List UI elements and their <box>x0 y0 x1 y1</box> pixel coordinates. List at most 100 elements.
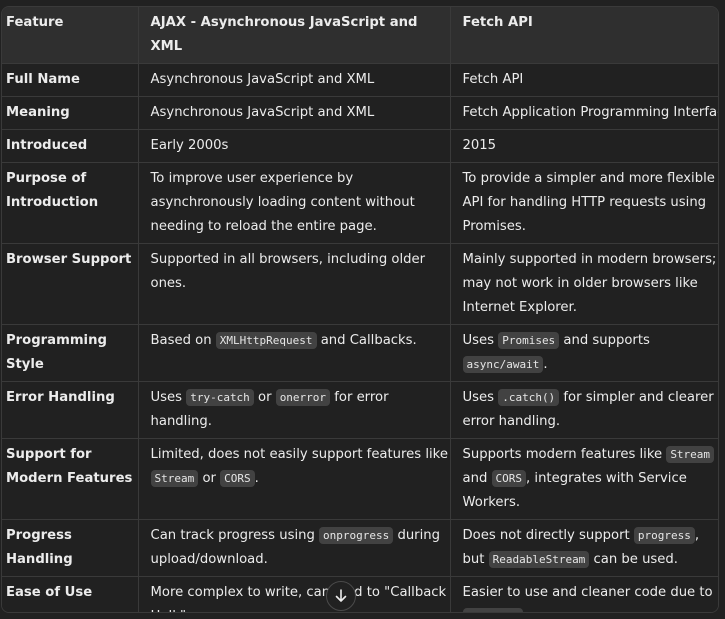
feature-label: Purpose of <box>6 171 87 186</box>
cell-text: or <box>198 471 221 486</box>
cell-text: Fetch Application Programming Interface <box>462 105 719 120</box>
cell-text: To improve user experience by asynchrono… <box>150 171 415 234</box>
cell-text: More complex to write, can lead to "Call… <box>150 585 447 612</box>
cell-text: Early 2000s <box>150 138 229 153</box>
feature-cell: Purpose of Introduction <box>2 162 139 244</box>
feature-label: Meaning <box>6 105 70 120</box>
inline-code: .catch() <box>498 389 560 406</box>
feature-cell: Programming Style <box>2 324 139 382</box>
cell-text: . <box>523 609 527 612</box>
fetch-cell: Does not directly support progress, but … <box>450 519 718 577</box>
feature-label: Full Name <box>6 72 80 87</box>
cell-text: Does not directly support <box>462 528 634 543</box>
feature-cell: Ease of Use <box>2 576 139 612</box>
cell-text: Limited, does not easily support feature… <box>150 447 448 462</box>
cell-text: Uses <box>150 390 187 405</box>
header-feature: Feature <box>2 7 139 64</box>
cell-text: Uses <box>462 390 499 405</box>
table-header-row: Feature AJAX - Asynchronous JavaScript a… <box>2 7 718 64</box>
table-row: Full Name Asynchronous JavaScript and XML… <box>2 63 718 97</box>
table-row: Support for Modern Features Limited, does … <box>2 438 718 520</box>
cell-text: Supported in all browsers, including old… <box>150 252 426 291</box>
inline-code: Stream <box>150 470 199 487</box>
fetch-cell: Supports modern features like Stream and… <box>450 438 718 520</box>
table-row: Ease of Use More complex to write, can le… <box>2 576 718 612</box>
inline-code: onprogress <box>319 527 394 544</box>
arrow-down-icon <box>335 589 347 602</box>
feature-cell: Introduced <box>2 129 139 163</box>
ajax-cell: More complex to write, can lead to "Call… <box>138 576 451 612</box>
table-row: Purpose of Introduction To improve user ex… <box>2 162 718 244</box>
table-row: Browser Support Supported in all browsers… <box>2 243 718 325</box>
feature-cell: Support for Modern Features <box>2 438 139 520</box>
feature-label: Ease of Use <box>6 585 93 600</box>
cell-text: or <box>253 390 276 405</box>
fetch-cell: To provide a simpler and more flexible A… <box>450 162 718 244</box>
cell-text: Fetch API <box>462 72 524 87</box>
cell-text: and supports <box>559 333 650 348</box>
feature-label: Introduction <box>6 195 99 210</box>
fetch-cell: Fetch API <box>450 63 718 97</box>
inline-code: Stream <box>666 446 715 463</box>
fetch-cell: Uses .catch() for simpler and clearer er… <box>450 381 718 439</box>
cell-text: Uses <box>462 333 499 348</box>
inline-code: CORS <box>491 470 527 487</box>
ajax-cell: Asynchronous JavaScript and XML <box>138 96 451 130</box>
cell-text: To provide a simpler and more flexible A… <box>462 171 715 234</box>
cell-text: . <box>543 357 548 372</box>
inline-code: Promises <box>498 332 560 349</box>
cell-text: can be used. <box>589 552 678 567</box>
cell-text: 2015 <box>462 138 497 153</box>
fetch-cell: Uses Promises and supports async/await. <box>450 324 718 382</box>
fetch-cell: 2015 <box>450 129 718 163</box>
feature-label: Support for <box>6 447 92 462</box>
inline-code: onerror <box>275 389 331 406</box>
feature-cell: Meaning <box>2 96 139 130</box>
cell-text: and <box>462 471 492 486</box>
header-fetch: Fetch API <box>450 7 718 64</box>
comparison-table-grid: Feature AJAX - Asynchronous JavaScript a… <box>2 7 719 612</box>
inline-code: ReadableStream <box>488 551 590 568</box>
inline-code: Promises <box>462 608 524 612</box>
table-row: Progress Handling Can track progress usin… <box>2 519 718 577</box>
header-ajax: AJAX - Asynchronous JavaScript and XML <box>138 7 451 64</box>
feature-label: Modern Features <box>6 471 133 486</box>
feature-cell: Browser Support <box>2 243 139 325</box>
cell-text: Supports modern features like <box>462 447 667 462</box>
ajax-cell: Uses try-catch or onerror for error hand… <box>138 381 451 439</box>
cell-text: Easier to use and cleaner code due to <box>462 585 713 600</box>
table-row: Introduced Early 2000s 2015 <box>2 129 718 163</box>
feature-cell: Full Name <box>2 63 139 97</box>
fetch-cell: Easier to use and cleaner code due to Pr… <box>450 576 718 612</box>
cell-text: Asynchronous JavaScript and XML <box>150 105 375 120</box>
ajax-cell: Supported in all browsers, including old… <box>138 243 451 325</box>
ajax-cell: Early 2000s <box>138 129 451 163</box>
feature-cell: Error Handling <box>2 381 139 439</box>
feature-label: Style <box>6 357 44 372</box>
feature-cell: Progress Handling <box>2 519 139 577</box>
inline-code: try-catch <box>186 389 254 406</box>
feature-label: Browser Support <box>6 252 132 267</box>
inline-code: CORS <box>220 470 255 487</box>
ajax-cell: Limited, does not easily support feature… <box>138 438 451 520</box>
table-row: Programming Style Based on XMLHttpRequest … <box>2 324 718 382</box>
feature-label: Introduced <box>6 138 88 153</box>
cell-text: . <box>254 471 259 486</box>
cell-text: Based on <box>150 333 216 348</box>
cell-text: and Callbacks. <box>316 333 417 348</box>
inline-code: XMLHttpRequest <box>215 332 317 349</box>
cell-text: Can track progress using <box>150 528 320 543</box>
comparison-table: Feature AJAX - Asynchronous JavaScript a… <box>1 6 719 613</box>
fetch-cell: Mainly supported in modern browsers; may… <box>450 243 718 325</box>
feature-label: Error Handling <box>6 390 115 405</box>
inline-code: progress <box>633 527 695 544</box>
scroll-down-button[interactable] <box>326 581 356 611</box>
feature-label: Progress Handling <box>6 528 73 567</box>
inline-code: async/await <box>462 356 544 373</box>
feature-label: Programming <box>6 333 107 348</box>
cell-text: Mainly supported in modern browsers; may… <box>462 252 717 315</box>
ajax-cell: Based on XMLHttpRequest and Callbacks. <box>138 324 451 382</box>
ajax-cell: Asynchronous JavaScript and XML <box>138 63 451 97</box>
fetch-cell: Fetch Application Programming Interface <box>450 96 719 130</box>
ajax-cell: To improve user experience by asynchrono… <box>138 162 451 244</box>
